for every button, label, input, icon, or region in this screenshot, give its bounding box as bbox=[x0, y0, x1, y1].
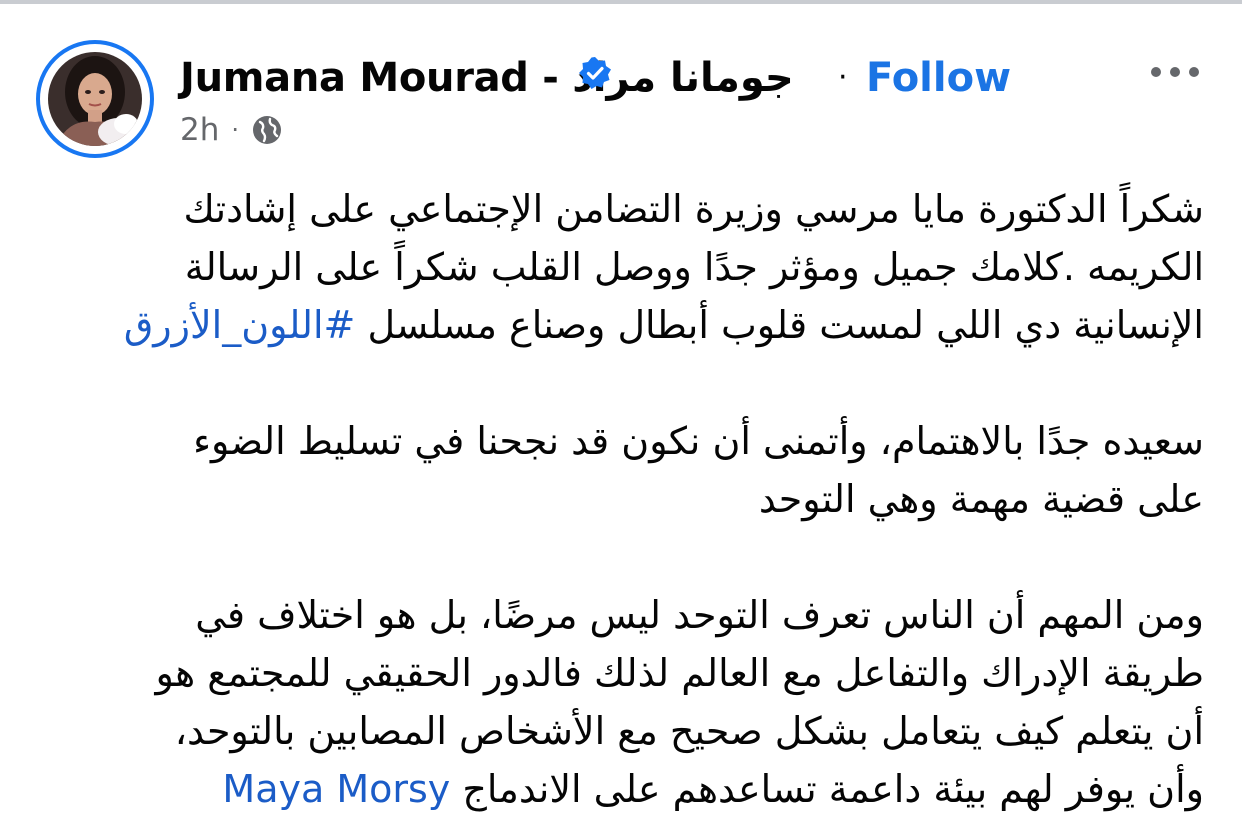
follow-button[interactable]: Follow bbox=[866, 50, 1011, 106]
avatar[interactable] bbox=[48, 52, 142, 146]
avatar-story-ring[interactable] bbox=[36, 40, 154, 158]
post-paragraph: ومن المهم أن الناس تعرف التوحد ليس مرضًا… bbox=[40, 586, 1204, 818]
header-separator: · bbox=[838, 60, 848, 95]
text-line: الكريمه .كلامك جميل ومؤثر جدًا ووصل القل… bbox=[184, 245, 1204, 289]
hashtag-link[interactable]: #اللون_الأزرق bbox=[124, 303, 356, 347]
text-line: أن يتعلم كيف يتعامل بشكل صحيح مع الأشخاص… bbox=[174, 709, 1204, 753]
mention-link[interactable]: Maya Morsy bbox=[222, 767, 450, 811]
text-line: الإنسانية دي اللي لمست قلوب أبطال وصناع … bbox=[367, 303, 1204, 347]
text-line-with-hashtag: الإنسانية دي اللي لمست قلوب أبطال وصناع … bbox=[40, 296, 1204, 354]
globe-icon[interactable] bbox=[251, 114, 283, 146]
meta-separator: · bbox=[231, 116, 240, 144]
text-line: وأن يوفر لهم بيئة داعمة تساعدهم على الان… bbox=[462, 767, 1204, 811]
text-line: على قضية مهمة وهي التوحد bbox=[758, 477, 1204, 521]
text-line: طريقة الإدراك والتفاعل مع العالم لذلك فا… bbox=[155, 651, 1204, 695]
post-body: شكراً الدكتورة مايا مرسي وزيرة التضامن ا… bbox=[40, 180, 1204, 818]
verified-badge-icon bbox=[579, 57, 611, 89]
text-line: شكراً الدكتورة مايا مرسي وزيرة التضامن ا… bbox=[183, 187, 1204, 231]
post-meta: 2h · bbox=[180, 108, 283, 152]
author-name[interactable]: Jumana Mourad - جومانا مراد bbox=[180, 55, 794, 101]
post-timestamp[interactable]: 2h bbox=[180, 112, 219, 148]
text-line-with-mention: وأن يوفر لهم بيئة داعمة تساعدهم على الان… bbox=[40, 760, 1204, 818]
more-horizontal-icon[interactable] bbox=[1148, 60, 1202, 84]
author-line: Jumana Mourad - جومانا مراد bbox=[180, 50, 794, 106]
text-line: ومن المهم أن الناس تعرف التوحد ليس مرضًا… bbox=[195, 593, 1204, 637]
post-paragraph: سعيده جدًا بالاهتمام، وأتمنى أن نكون قد … bbox=[40, 412, 1204, 528]
post-header: Jumana Mourad - جومانا مراد · Follow 2h … bbox=[0, 0, 1242, 170]
post-paragraph: شكراً الدكتورة مايا مرسي وزيرة التضامن ا… bbox=[40, 180, 1204, 354]
text-line: سعيده جدًا بالاهتمام، وأتمنى أن نكون قد … bbox=[193, 419, 1204, 463]
